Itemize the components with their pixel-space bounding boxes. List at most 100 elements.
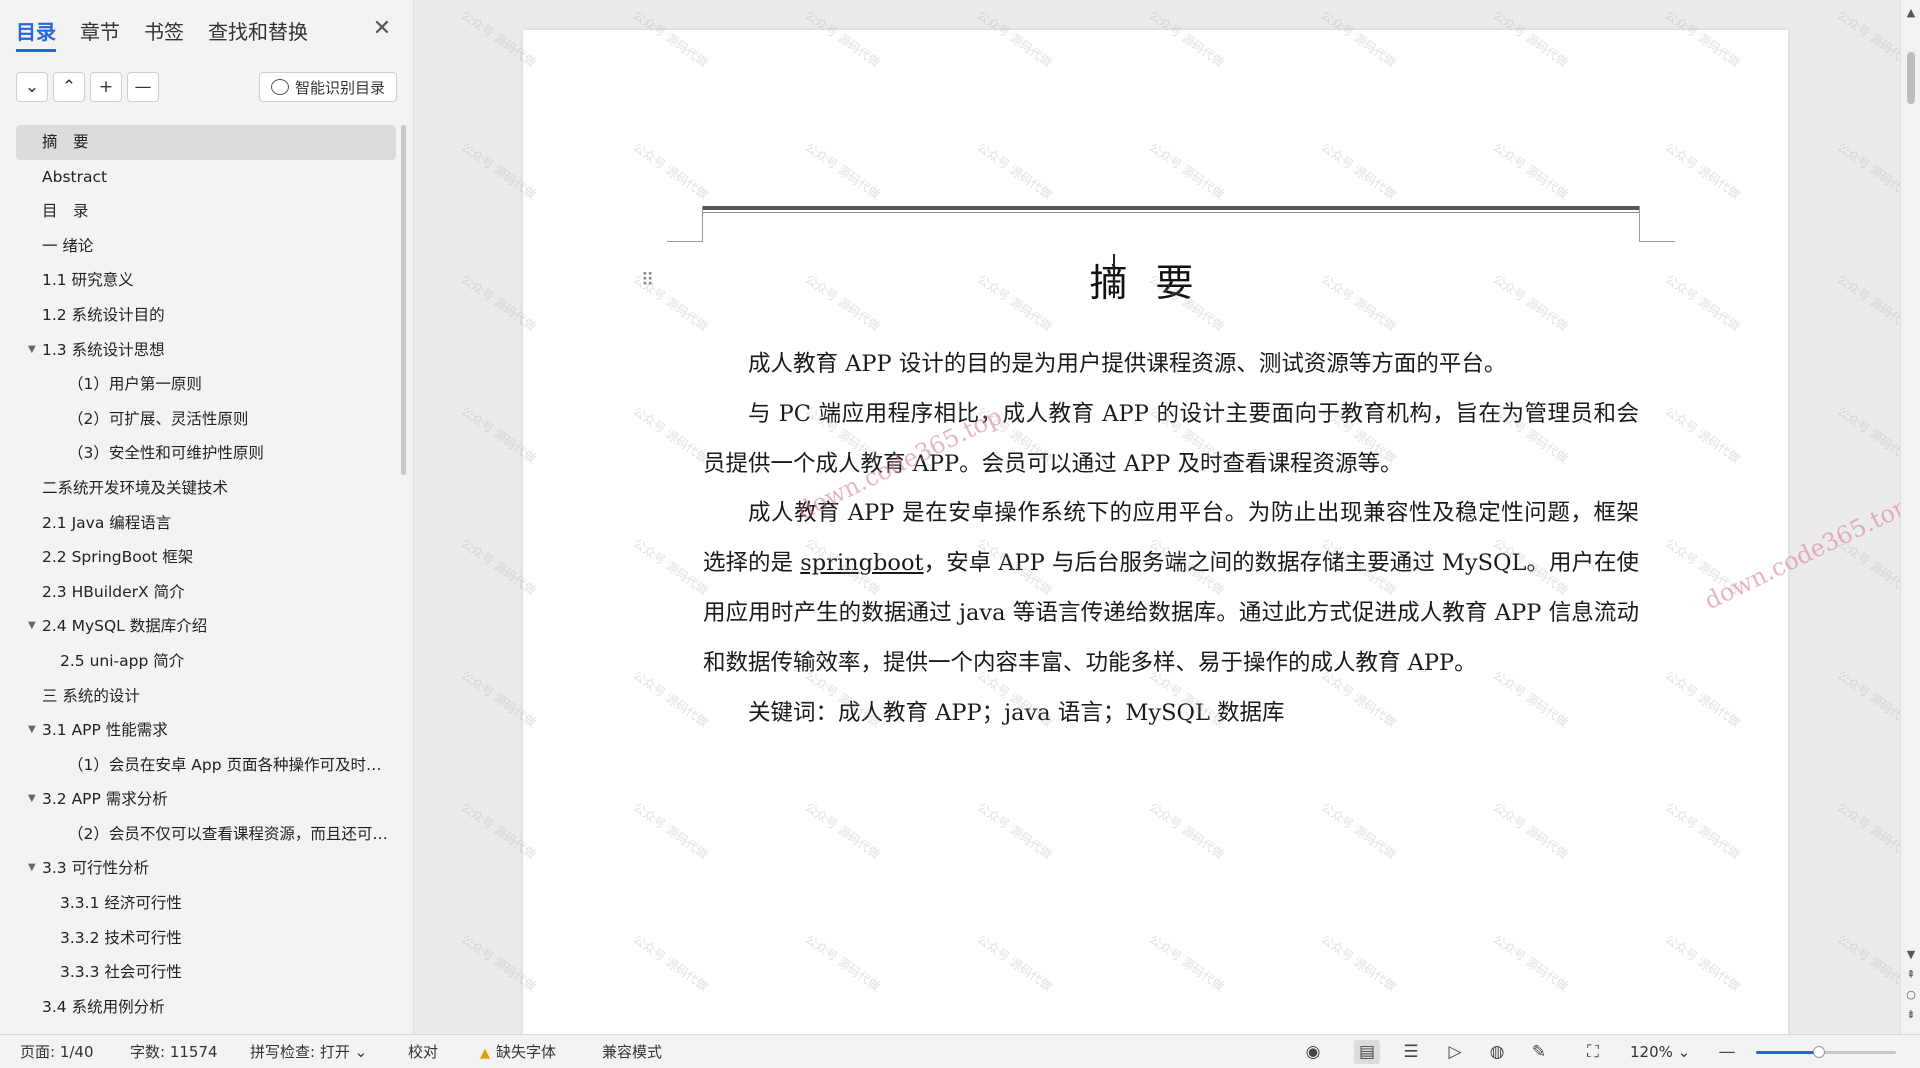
proofread-button[interactable]: 校对 (408, 1035, 438, 1068)
word-count[interactable]: 字数: 11574 (130, 1035, 218, 1068)
scroll-down-icon[interactable]: ▼ (1903, 948, 1919, 961)
toc-item[interactable]: 一 绪论 (16, 229, 396, 264)
toc-item[interactable]: 三 系统的设计 (16, 679, 396, 714)
spellcheck-toggle[interactable]: 拼写检查: 打开 ⌄ (250, 1035, 367, 1068)
expand-arrow-icon[interactable]: ▼ (28, 782, 36, 817)
watermark-small: 公众号 源码代做 (1834, 403, 1900, 466)
tab-toc[interactable]: 目录 (16, 16, 56, 52)
toc-item[interactable]: ▼ 3.2 APP 需求分析 (16, 782, 396, 817)
pen-icon[interactable]: ✎ (1526, 1040, 1552, 1064)
text-caret (1113, 254, 1115, 298)
plus-icon[interactable]: + (90, 72, 122, 102)
toc-list: 摘 要 Abstract 目 录一 绪论 1.1 研究意义 1.2 系统设计目的 ▼ 1.3… (16, 125, 396, 1024)
toc-item[interactable]: 3.3.1 经济可行性 (16, 886, 396, 921)
chevron-down-icon: ⌄ (1677, 1043, 1691, 1061)
toc-item[interactable]: 2.1 Java 编程语言 (16, 506, 396, 541)
toc-item[interactable]: ▼ 1.3 系统设计思想 (16, 333, 396, 368)
document-scrollbar[interactable]: ▲ ▼ ⇞ ○ ⇟ (1900, 0, 1920, 1034)
zoom-level[interactable]: 120% ⌄ (1630, 1035, 1690, 1068)
chevron-down-icon[interactable]: ⌄ (16, 72, 48, 102)
toc-item[interactable]: 2.5 uni-app 简介 (16, 644, 396, 679)
scroll-up-icon[interactable]: ▲ (1903, 6, 1919, 19)
eye-icon[interactable]: ◉ (1300, 1040, 1326, 1064)
smart-detect-toc-button[interactable]: 智能识别目录 (259, 72, 397, 102)
close-icon[interactable]: ✕ (370, 16, 394, 41)
minus-icon[interactable]: — (127, 72, 159, 102)
sidebar-scrollbar[interactable] (401, 125, 406, 475)
toc-item[interactable]: 二系统开发环境及关键技术 (16, 471, 396, 506)
missing-font-label: 缺失字体 (496, 1043, 557, 1061)
tab-bookmarks[interactable]: 书签 (144, 16, 184, 52)
toc-item-label: 3.4 系统用例分析 (42, 997, 165, 1016)
expand-arrow-icon[interactable]: ▼ (28, 851, 36, 886)
toc-item-label: 3.1 APP 性能需求 (42, 721, 168, 740)
toc-item-label: 2.5 uni-app 简介 (60, 651, 185, 670)
toc-item[interactable]: （2）会员不仅可以查看课程资源，而且还可以进行测试 (16, 817, 396, 852)
watermark-small: 公众号 源码代做 (1834, 667, 1900, 730)
sidebar-tabs: 目录 章节 书签 查找和替换 (16, 16, 332, 52)
zoom-slider-handle[interactable] (1813, 1046, 1825, 1058)
page-indicator[interactable]: 页面: 1/40 (20, 1035, 94, 1068)
warning-icon: ▲ (480, 1046, 490, 1061)
margin-corner-right (1639, 206, 1675, 242)
toc-item[interactable]: ▼ 3.3 可行性分析 (16, 851, 396, 886)
toc-item[interactable]: 1.2 系统设计目的 (16, 298, 396, 333)
toc-item[interactable]: （1）用户第一原则 (16, 367, 396, 402)
toc-item[interactable]: 目 录 (16, 194, 396, 229)
toc-item[interactable]: ▼ 3.1 APP 性能需求 (16, 713, 396, 748)
toc-item-label: 2.3 HBuilderX 简介 (42, 582, 185, 601)
toc-item[interactable]: 2.2 SpringBoot 框架 (16, 540, 396, 575)
watermark-small: 公众号 源码代做 (1834, 7, 1900, 70)
toc-item-label: （3）安全性和可维护性原则 (68, 444, 264, 463)
zoom-out-icon[interactable]: — (1714, 1040, 1740, 1064)
toc-item[interactable]: 3.4 系统用例分析 (16, 990, 396, 1025)
toc-item[interactable]: 3.3.3 社会可行性 (16, 955, 396, 990)
toc-item-label: （2）会员不仅可以查看课程资源，而且还可以进行测试 (68, 824, 396, 843)
toc-sidebar: 目录 章节 书签 查找和替换 ✕ ⌄ ⌃ + — 智能识别目录 摘 要 Abstr… (0, 0, 414, 1034)
scroll-thumb[interactable] (1907, 52, 1915, 104)
expand-arrow-icon[interactable]: ▼ (28, 609, 36, 644)
document-area: ⠿ 摘要 成人教育 APP 设计的目的是为用户提供课程资源、测试资源等方面的平台… (415, 0, 1900, 1034)
toc-item[interactable]: 3.3.2 技术可行性 (16, 921, 396, 956)
toc-item[interactable]: 1.1 研究意义 (16, 263, 396, 298)
toc-item[interactable]: （2）可扩展、灵活性原则 (16, 402, 396, 437)
expand-arrow-icon[interactable]: ▼ (28, 333, 36, 368)
prev-page-icon[interactable]: ⇞ (1903, 968, 1919, 981)
spellcheck-word[interactable]: springboot (800, 550, 923, 576)
chevron-up-icon[interactable]: ⌃ (53, 72, 85, 102)
outline-view-icon[interactable]: ☰ (1398, 1040, 1424, 1064)
web-view-icon[interactable]: ◍ (1484, 1040, 1510, 1064)
select-browse-icon[interactable]: ○ (1903, 988, 1919, 1001)
toc-item-label: 2.1 Java 编程语言 (42, 513, 172, 532)
margin-corner-left (667, 206, 703, 242)
document-page[interactable]: ⠿ 摘要 成人教育 APP 设计的目的是为用户提供课程资源、测试资源等方面的平台… (523, 30, 1788, 1034)
smart-detect-label: 智能识别目录 (294, 78, 385, 97)
expand-arrow-icon[interactable]: ▼ (28, 713, 36, 748)
status-bar: 页面: 1/40 字数: 11574 拼写检查: 打开 ⌄ 校对 ▲ 缺失字体 兼… (0, 1034, 1920, 1068)
toc-item[interactable]: （1）会员在安卓 App 页面各种操作可及时得到反馈 (16, 748, 396, 783)
toc-item[interactable]: ▼ 2.4 MySQL 数据库介绍 (16, 609, 396, 644)
zoom-slider[interactable] (1756, 1046, 1896, 1058)
toc-item-label: 一 绪论 (42, 236, 94, 255)
play-icon[interactable]: ▷ (1442, 1040, 1468, 1064)
toc-item[interactable]: Abstract (16, 160, 396, 195)
doc-title: 摘要 (1089, 261, 1222, 305)
watermark-small: 公众号 源码代做 (1834, 799, 1900, 862)
toc-item-label: 三 系统的设计 (42, 686, 140, 705)
next-page-icon[interactable]: ⇟ (1903, 1008, 1919, 1021)
missing-font-button[interactable]: ▲ 缺失字体 (480, 1035, 556, 1068)
watermark-small: 公众号 源码代做 (1834, 535, 1900, 598)
toc-item-label: 3.3.2 技术可行性 (60, 928, 182, 947)
toc-item[interactable]: 2.3 HBuilderX 简介 (16, 575, 396, 610)
toc-item[interactable]: 摘 要 (16, 125, 396, 160)
fit-page-icon[interactable]: ⛶ (1580, 1040, 1606, 1064)
doc-body[interactable]: 成人教育 APP 设计的目的是为用户提供课程资源、测试资源等方面的平台。 与 P… (703, 340, 1639, 738)
watermark-small: 公众号 源码代做 (1834, 139, 1900, 202)
tab-chapters[interactable]: 章节 (80, 16, 120, 52)
page-view-icon[interactable]: ▤ (1354, 1040, 1380, 1064)
tab-find-replace[interactable]: 查找和替换 (208, 16, 308, 52)
toc-item-label: 3.2 APP 需求分析 (42, 790, 168, 809)
toc-item-label: 二系统开发环境及关键技术 (42, 478, 229, 497)
paragraph: 与 PC 端应用程序相比，成人教育 APP 的设计主要面向于教育机构，旨在为管理… (703, 400, 1639, 477)
toc-item[interactable]: （3）安全性和可维护性原则 (16, 436, 396, 471)
